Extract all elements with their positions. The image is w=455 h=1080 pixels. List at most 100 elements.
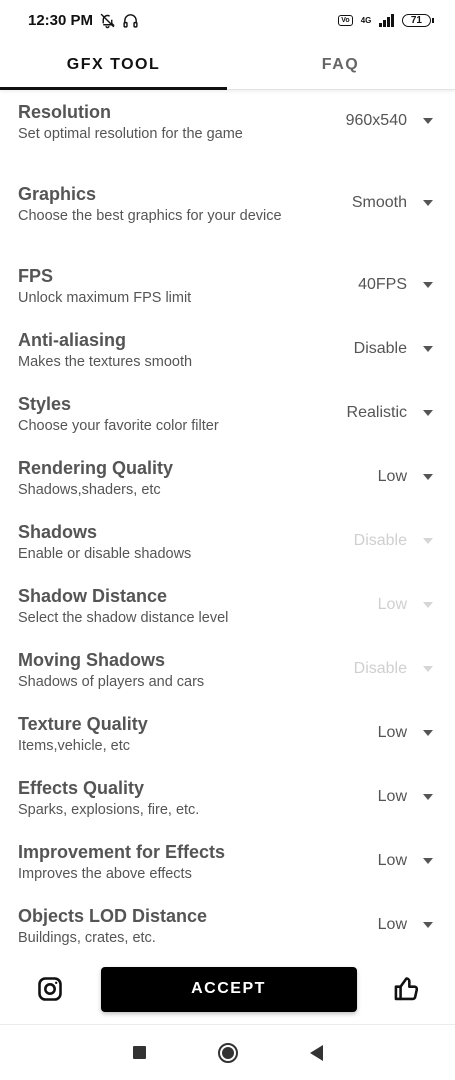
battery-icon: 71	[401, 13, 435, 27]
dropdown-value: Disable	[353, 660, 407, 677]
rendering-quality-dropdown[interactable]: Low	[347, 468, 433, 486]
setting-description: Improves the above effects	[18, 866, 192, 882]
setting-title: Anti-aliasing	[18, 330, 127, 350]
tab-label: FAQ	[321, 55, 360, 73]
dropdown-value: 40FPS	[358, 276, 407, 293]
setting-title: Styles	[18, 394, 72, 414]
network-type: 4G	[360, 15, 372, 25]
status-time: 12:30 PM	[28, 11, 94, 29]
dropdown-value: Smooth	[351, 194, 407, 211]
caret-down-icon	[423, 730, 433, 736]
setting-row-texture-quality: Texture Quality Items,vehicle, etc Low	[0, 704, 455, 768]
thumbs-up-icon[interactable]	[393, 975, 421, 1003]
shadows-dropdown: Disable	[347, 532, 433, 550]
caret-down-icon	[423, 474, 433, 480]
caret-down-icon	[423, 922, 433, 928]
settings-list: Resolution Set optimal resolution for the…	[0, 92, 455, 954]
setting-title: Improvement for Effects	[18, 842, 226, 862]
dropdown-value: Disable	[353, 340, 407, 357]
setting-title: Rendering Quality	[18, 458, 174, 478]
setting-description: Unlock maximum FPS limit	[18, 290, 192, 306]
tab-gfx-tool[interactable]: GFX TOOL	[0, 40, 227, 90]
dropdown-value: Low	[377, 724, 407, 741]
setting-row-rendering-quality: Rendering Quality Shadows,shaders, etc Lo…	[0, 448, 455, 512]
caret-down-icon	[423, 200, 433, 206]
setting-description: Set optimal resolution for the game	[18, 126, 243, 142]
caret-down-icon	[423, 666, 433, 672]
caret-down-icon	[423, 282, 433, 288]
volte-icon: Vo	[338, 14, 353, 26]
setting-description: Choose the best graphics for your device	[18, 208, 282, 224]
system-nav-bar	[0, 1024, 455, 1080]
setting-title: Shadow Distance	[18, 586, 168, 606]
tab-bar: GFX TOOL FAQ	[0, 40, 455, 90]
caret-down-icon	[423, 538, 433, 544]
headphones-icon	[123, 13, 138, 28]
setting-title: Graphics	[18, 184, 97, 204]
setting-description: Choose your favorite color filter	[18, 418, 219, 434]
setting-row-improvement-for-effects: Improvement for Effects Improves the abov…	[0, 832, 455, 896]
status-right: Vo 4G 71	[338, 13, 435, 27]
setting-title: FPS	[18, 266, 54, 286]
setting-description: Buildings, crates, etc.	[18, 930, 156, 946]
bottom-action-bar: ACCEPT	[0, 954, 455, 1024]
battery-level: 71	[410, 14, 422, 26]
setting-title: Objects LOD Distance	[18, 906, 208, 926]
tab-label: GFX TOOL	[66, 55, 161, 73]
dropdown-value: Low	[377, 916, 407, 933]
back-button[interactable]	[309, 1044, 323, 1061]
dropdown-value: Low	[377, 468, 407, 485]
instagram-icon[interactable]	[36, 975, 64, 1003]
caret-down-icon	[423, 858, 433, 864]
texture-quality-dropdown[interactable]: Low	[347, 724, 433, 742]
caret-down-icon	[423, 346, 433, 352]
dropdown-value: Low	[377, 596, 407, 613]
anti-aliasing-dropdown[interactable]: Disable	[347, 340, 433, 358]
setting-title: Texture Quality	[18, 714, 148, 734]
setting-row-effects-quality: Effects Quality Sparks, explosions, fire,…	[0, 768, 455, 832]
objects-lod-distance-dropdown[interactable]: Low	[347, 916, 433, 934]
fps-dropdown[interactable]: 40FPS	[347, 276, 433, 294]
accept-button[interactable]: ACCEPT	[100, 966, 357, 1012]
dropdown-value: 960x540	[345, 112, 407, 129]
moving-shadows-dropdown: Disable	[347, 660, 433, 678]
setting-row-anti-aliasing: Anti-aliasing Makes the textures smooth D…	[0, 320, 455, 384]
dropdown-value: Disable	[353, 532, 407, 549]
setting-description: Items,vehicle, etc	[18, 738, 131, 754]
setting-title: Resolution	[18, 102, 111, 122]
resolution-dropdown[interactable]: 960x540	[346, 112, 433, 130]
home-icon	[221, 1046, 234, 1059]
accept-label: ACCEPT	[191, 980, 266, 997]
improvement-for-effects-dropdown[interactable]: Low	[347, 852, 433, 870]
setting-row-styles: Styles Choose your favorite color filter …	[0, 384, 455, 448]
setting-row-resolution: Resolution Set optimal resolution for the…	[0, 92, 455, 174]
setting-description: Shadows of players and cars	[18, 674, 205, 690]
setting-description: Enable or disable shadows	[18, 546, 192, 562]
tab-faq[interactable]: FAQ	[227, 40, 454, 89]
status-bar: 12:30 PM Vo 4G 71	[0, 0, 455, 40]
styles-dropdown[interactable]: Realistic	[347, 404, 433, 422]
home-button[interactable]	[217, 1042, 238, 1063]
status-left: 12:30 PM	[28, 12, 139, 29]
graphics-dropdown[interactable]: Smooth	[347, 194, 433, 212]
setting-description: Select the shadow distance level	[18, 610, 229, 626]
setting-description: Shadows,shaders, etc	[18, 482, 161, 498]
effects-quality-dropdown[interactable]: Low	[347, 788, 433, 806]
setting-row-objects-lod-distance: Objects LOD Distance Buildings, crates, e…	[0, 896, 455, 954]
setting-title: Shadows	[18, 522, 98, 542]
caret-down-icon	[423, 410, 433, 416]
setting-row-shadows: Shadows Enable or disable shadows Disable	[0, 512, 455, 576]
shadow-distance-dropdown: Low	[347, 596, 433, 614]
caret-down-icon	[423, 602, 433, 608]
setting-title: Moving Shadows	[18, 650, 166, 670]
recents-button[interactable]	[132, 1046, 146, 1059]
setting-row-graphics: Graphics Choose the best graphics for you…	[0, 174, 455, 256]
setting-description: Sparks, explosions, fire, etc.	[18, 802, 200, 818]
signal-icon	[379, 13, 394, 27]
dropdown-value: Low	[377, 852, 407, 869]
setting-description: Makes the textures smooth	[18, 354, 193, 370]
dropdown-value: Realistic	[346, 404, 407, 421]
caret-down-icon	[423, 794, 433, 800]
setting-row-fps: FPS Unlock maximum FPS limit 40FPS	[0, 256, 455, 320]
caret-down-icon	[423, 118, 433, 124]
